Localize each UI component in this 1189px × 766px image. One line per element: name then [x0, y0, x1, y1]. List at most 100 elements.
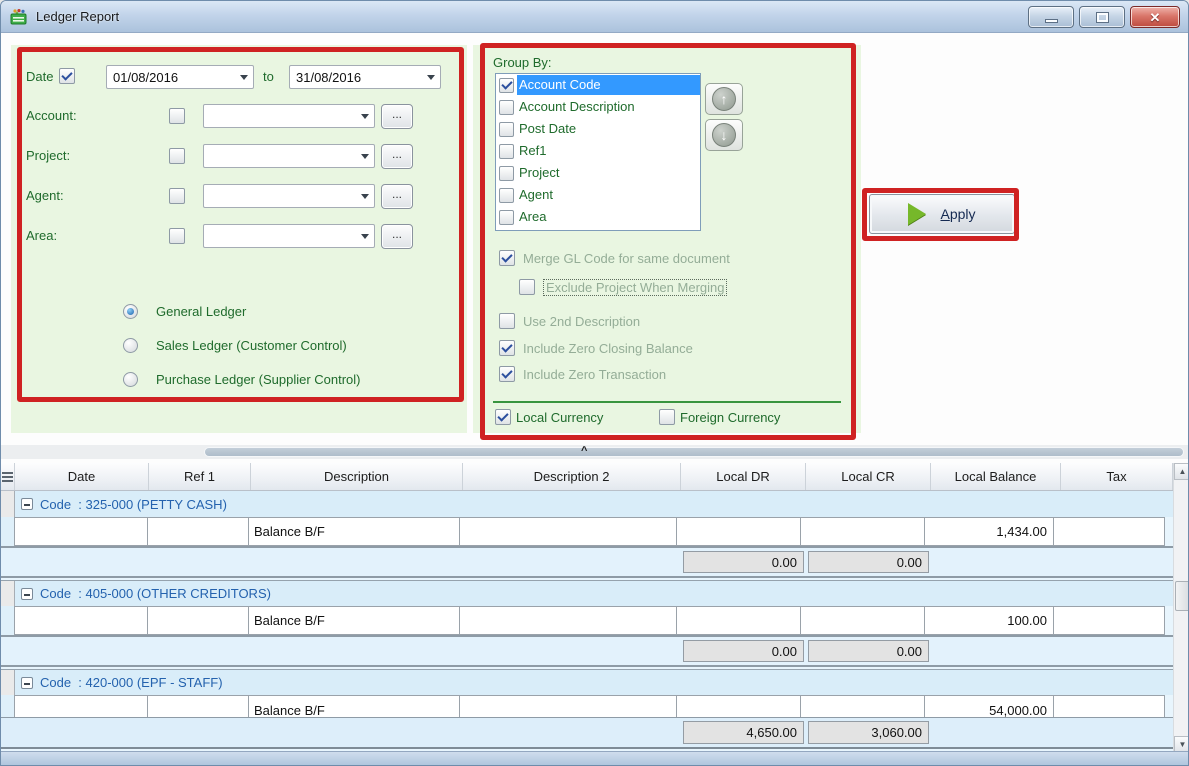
- date-checkbox[interactable]: [59, 68, 75, 84]
- collapse-group-icon[interactable]: [21, 677, 33, 689]
- item-checkbox[interactable]: [499, 122, 514, 137]
- date-to-combobox[interactable]: 31/08/2016: [289, 65, 441, 89]
- collapse-splitter-icon[interactable]: ^: [581, 445, 587, 458]
- item-checkbox[interactable]: [499, 188, 514, 203]
- group-header-row[interactable]: Code : 325-000 (PETTY CASH): [1, 491, 1173, 517]
- apply-button[interactable]: Apply: [869, 194, 1015, 234]
- project-checkbox[interactable]: [169, 148, 185, 164]
- option-use-2nd-description[interactable]: Use 2nd Description: [499, 311, 640, 331]
- table-row[interactable]: Balance B/F 1,434.00: [1, 517, 1173, 548]
- collapse-group-icon[interactable]: [21, 588, 33, 600]
- option-checkbox[interactable]: [519, 279, 535, 295]
- chevron-down-icon[interactable]: [422, 75, 440, 80]
- chevron-down-icon[interactable]: [235, 75, 253, 80]
- option-include-zero-closing-balance[interactable]: Include Zero Closing Balance: [499, 338, 693, 358]
- radio-sales-ledger[interactable]: Sales Ledger (Customer Control): [123, 335, 347, 355]
- move-down-button[interactable]: ↓: [705, 119, 743, 151]
- group-header-row[interactable]: Code : 405-000 (OTHER CREDITORS): [1, 580, 1173, 606]
- option-include-zero-transaction[interactable]: Include Zero Transaction: [499, 364, 666, 384]
- group-header-label: Code : 420-000 (EPF - STAFF): [40, 675, 223, 690]
- column-header-local-balance[interactable]: Local Balance: [931, 463, 1061, 490]
- minimize-button[interactable]: [1028, 6, 1074, 28]
- filter-panel: Date 01/08/2016 to 31/08/2016 Account:: [11, 45, 467, 433]
- collapse-group-icon[interactable]: [21, 498, 33, 510]
- cell-local-cr: [800, 695, 925, 717]
- account-checkbox[interactable]: [169, 108, 185, 124]
- panel-splitter[interactable]: ^: [1, 445, 1189, 459]
- item-checkbox[interactable]: [499, 144, 514, 159]
- item-checkbox[interactable]: [499, 210, 514, 225]
- chevron-down-icon[interactable]: [356, 234, 374, 239]
- project-browse-button[interactable]: ...: [381, 144, 413, 169]
- cell-ref1: [147, 695, 249, 717]
- item-checkbox[interactable]: [499, 100, 514, 115]
- move-up-button[interactable]: ↑: [705, 83, 743, 115]
- local-currency-checkbox[interactable]: [495, 409, 511, 425]
- splitter-grip[interactable]: [204, 447, 1184, 457]
- chevron-down-icon[interactable]: [356, 194, 374, 199]
- grand-total-local-dr: 4,650.00: [681, 718, 806, 747]
- radio-icon[interactable]: [123, 372, 138, 387]
- groupby-item-project[interactable]: Project: [496, 162, 700, 184]
- option-checkbox[interactable]: [499, 340, 515, 356]
- radio-purchase-ledger[interactable]: Purchase Ledger (Supplier Control): [123, 369, 361, 389]
- foreign-currency-option[interactable]: Foreign Currency: [659, 409, 780, 425]
- date-from-value: 01/08/2016: [107, 70, 235, 85]
- agent-browse-button[interactable]: ...: [381, 184, 413, 209]
- maximize-button[interactable]: [1079, 6, 1125, 28]
- account-browse-button[interactable]: ...: [381, 104, 413, 129]
- agent-label: Agent:: [26, 188, 64, 203]
- groupby-item-agent[interactable]: Agent: [496, 184, 700, 206]
- column-header-tax[interactable]: Tax: [1061, 463, 1173, 490]
- groupby-item-account-code[interactable]: Account Code: [496, 74, 700, 96]
- column-header-ref1[interactable]: Ref 1: [149, 463, 251, 490]
- chevron-down-icon[interactable]: [356, 154, 374, 159]
- column-header-description2[interactable]: Description 2: [463, 463, 681, 490]
- agent-combobox[interactable]: [203, 184, 375, 208]
- option-merge-gl-code[interactable]: Merge GL Code for same document: [499, 248, 730, 268]
- column-header-local-dr[interactable]: Local DR: [681, 463, 806, 490]
- cell-local-balance: 100.00: [924, 606, 1054, 635]
- table-row[interactable]: Balance B/F 54,000.00: [1, 695, 1173, 717]
- account-combobox[interactable]: [203, 104, 375, 128]
- option-checkbox[interactable]: [499, 366, 515, 382]
- area-checkbox[interactable]: [169, 228, 185, 244]
- date-from-combobox[interactable]: 01/08/2016: [106, 65, 254, 89]
- group-header-row[interactable]: Code : 420-000 (EPF - STAFF): [1, 669, 1173, 695]
- groupby-listbox[interactable]: Account Code Account Description Post Da…: [495, 73, 701, 231]
- item-checkbox[interactable]: [499, 78, 514, 93]
- scrollbar-thumb[interactable]: [1175, 581, 1189, 611]
- local-currency-option[interactable]: Local Currency: [495, 409, 603, 425]
- cell: [1, 637, 15, 665]
- area-browse-button[interactable]: ...: [381, 224, 413, 249]
- subtotal-value: 0.00: [683, 551, 804, 573]
- column-header-local-cr[interactable]: Local CR: [806, 463, 931, 490]
- groupby-item-ref1[interactable]: Ref1: [496, 140, 700, 162]
- groupby-item-post-date[interactable]: Post Date: [496, 118, 700, 140]
- ledger-grid: Date Ref 1 Description Description 2 Loc…: [1, 463, 1173, 753]
- grid-corner-button[interactable]: [1, 463, 15, 490]
- radio-general-ledger[interactable]: General Ledger: [123, 301, 246, 321]
- option-checkbox[interactable]: [499, 250, 515, 266]
- area-combobox[interactable]: [203, 224, 375, 248]
- titlebar[interactable]: Ledger Report ✕: [1, 1, 1188, 33]
- column-header-date[interactable]: Date: [15, 463, 149, 490]
- item-label: Area: [517, 207, 700, 227]
- option-checkbox[interactable]: [499, 313, 515, 329]
- option-exclude-project[interactable]: Exclude Project When Merging: [519, 277, 727, 297]
- radio-icon[interactable]: [123, 304, 138, 319]
- foreign-currency-checkbox[interactable]: [659, 409, 675, 425]
- table-row[interactable]: Balance B/F 100.00: [1, 606, 1173, 637]
- vertical-scrollbar[interactable]: ▲ ▼: [1173, 463, 1189, 753]
- column-header-description[interactable]: Description: [251, 463, 463, 490]
- item-checkbox[interactable]: [499, 166, 514, 181]
- option-label: Use 2nd Description: [523, 314, 640, 329]
- groupby-item-account-description[interactable]: Account Description: [496, 96, 700, 118]
- scroll-up-button[interactable]: ▲: [1174, 463, 1189, 480]
- chevron-down-icon[interactable]: [356, 114, 374, 119]
- agent-checkbox[interactable]: [169, 188, 185, 204]
- close-button[interactable]: ✕: [1130, 6, 1180, 28]
- groupby-item-area[interactable]: Area: [496, 206, 700, 228]
- radio-icon[interactable]: [123, 338, 138, 353]
- project-combobox[interactable]: [203, 144, 375, 168]
